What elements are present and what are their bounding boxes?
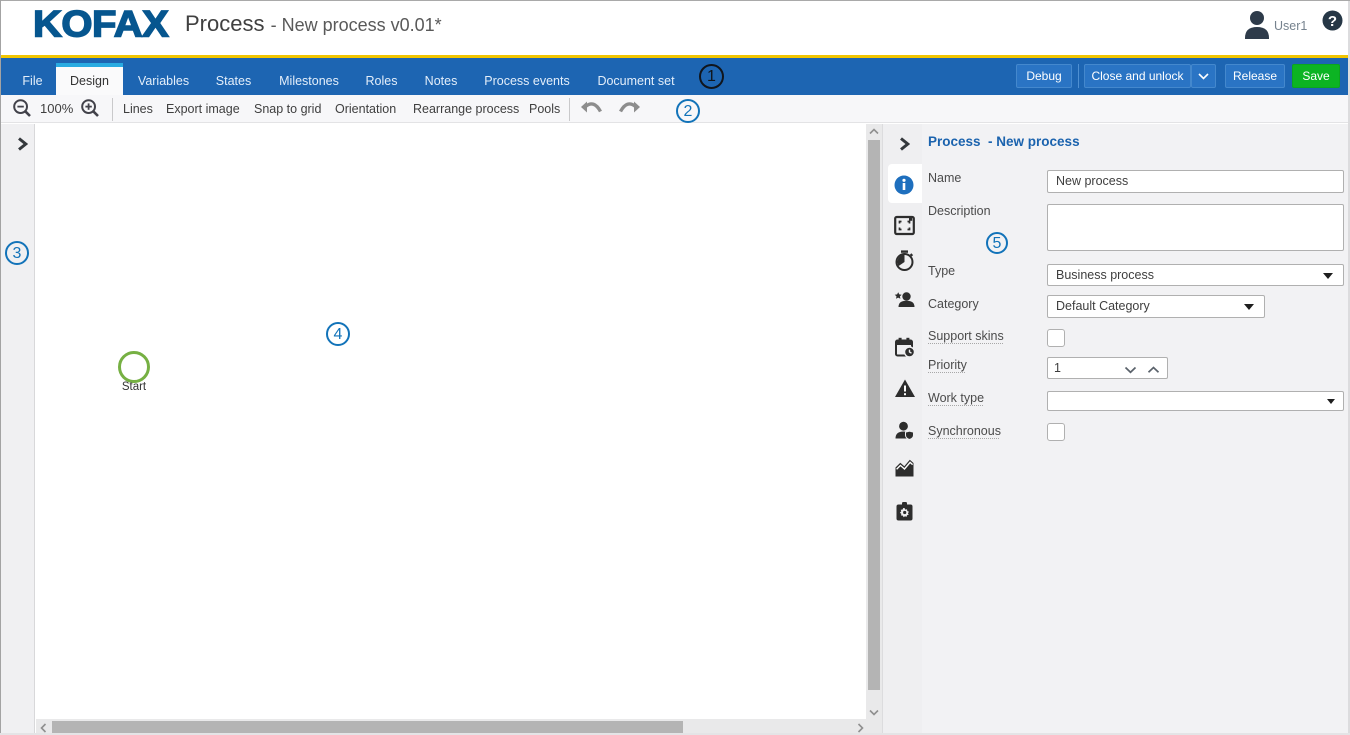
svg-text:?: ? xyxy=(1328,13,1337,30)
